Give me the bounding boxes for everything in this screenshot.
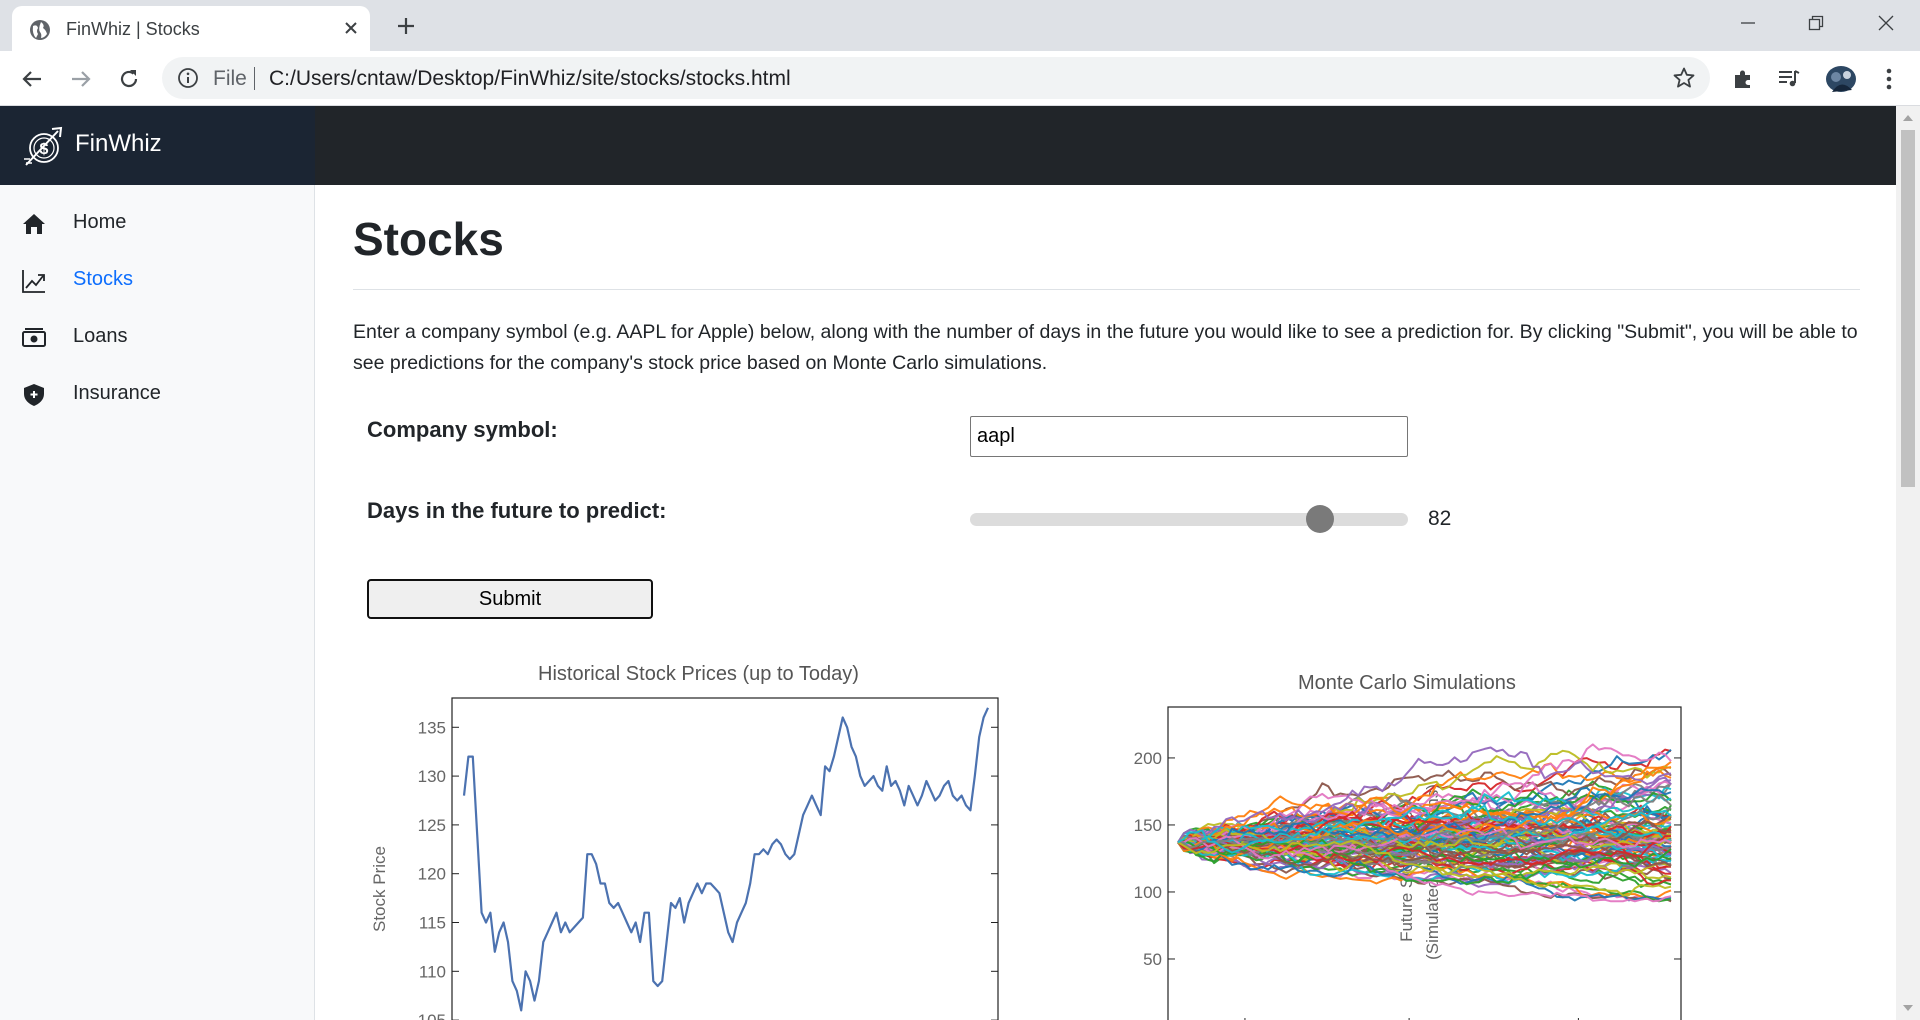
sidebar-item-label: Insurance xyxy=(73,382,161,404)
globe-icon xyxy=(30,20,50,40)
scheme-label: File xyxy=(213,67,247,90)
new-tab-icon[interactable] xyxy=(390,10,422,42)
browser-tab[interactable]: FinWhiz | Stocks xyxy=(12,6,370,51)
monte-carlo-y-tick-label: 100 xyxy=(1134,883,1162,902)
sidebar-item-loans[interactable]: Loans xyxy=(0,313,315,363)
cash-icon xyxy=(22,328,46,347)
main-content: Stocks Enter a company symbol (e.g. AAPL… xyxy=(315,185,1896,1020)
sidebar-item-home[interactable]: Home xyxy=(0,199,315,249)
close-window-icon[interactable] xyxy=(1858,6,1914,40)
more-menu-icon[interactable] xyxy=(1875,65,1903,93)
navbar-brand[interactable]: $ FinWhiz xyxy=(0,106,315,185)
info-icon[interactable] xyxy=(177,67,199,89)
extensions-puzzle-icon[interactable] xyxy=(1729,65,1757,93)
monte-carlo-y-tick-label: 150 xyxy=(1134,816,1162,835)
scroll-down-arrow-icon[interactable] xyxy=(1902,1002,1914,1014)
shield-icon xyxy=(24,384,44,406)
media-queue-icon[interactable] xyxy=(1775,65,1803,93)
browser-tab-strip: FinWhiz | Stocks xyxy=(0,0,1920,51)
sidebar-item-label: Home xyxy=(73,211,127,233)
monte-carlo-chart: 050100150200 xyxy=(1134,706,1682,1020)
reload-icon[interactable] xyxy=(111,61,147,97)
back-arrow-icon[interactable] xyxy=(14,61,50,97)
close-tab-icon[interactable] xyxy=(338,15,364,41)
brand-name: FinWhiz xyxy=(75,130,162,157)
top-navbar: $ FinWhiz xyxy=(0,106,1896,185)
address-bar[interactable]: File C:/Users/cntaw/Desktop/FinWhiz/site… xyxy=(162,57,1710,99)
restore-icon[interactable] xyxy=(1788,6,1844,40)
monte-carlo-y-tick-label: 200 xyxy=(1134,749,1162,768)
scroll-up-arrow-icon[interactable] xyxy=(1902,112,1914,124)
sidebar-item-stocks[interactable]: Stocks xyxy=(0,256,315,306)
chart-line-icon xyxy=(22,270,45,293)
tab-title: FinWhiz | Stocks xyxy=(66,19,200,39)
home-icon xyxy=(23,214,45,234)
minimize-icon[interactable] xyxy=(1720,6,1776,40)
browser-toolbar: File C:/Users/cntaw/Desktop/FinWhiz/site… xyxy=(0,51,1920,106)
sidebar-item-insurance[interactable]: Insurance xyxy=(0,370,315,420)
profile-avatar[interactable] xyxy=(1824,65,1858,93)
bookmark-star-icon[interactable] xyxy=(1672,66,1696,90)
sidebar-item-label: Loans xyxy=(73,325,128,347)
sidebar-item-label: Stocks xyxy=(73,268,134,290)
forward-arrow-icon[interactable] xyxy=(63,61,99,97)
sidebar: Home Stocks Loans Insurance xyxy=(0,185,315,1020)
url-text[interactable]: C:/Users/cntaw/Desktop/FinWhiz/site/stoc… xyxy=(269,67,791,91)
monte-carlo-series-group xyxy=(1177,743,1672,903)
monte-carlo-y-tick-label: 50 xyxy=(1143,950,1162,969)
page-scrollbar[interactable] xyxy=(1896,106,1920,1020)
finwhiz-logo-icon: $ xyxy=(24,126,63,166)
omnibox-separator xyxy=(254,67,255,90)
scrollbar-thumb[interactable] xyxy=(1901,130,1915,487)
